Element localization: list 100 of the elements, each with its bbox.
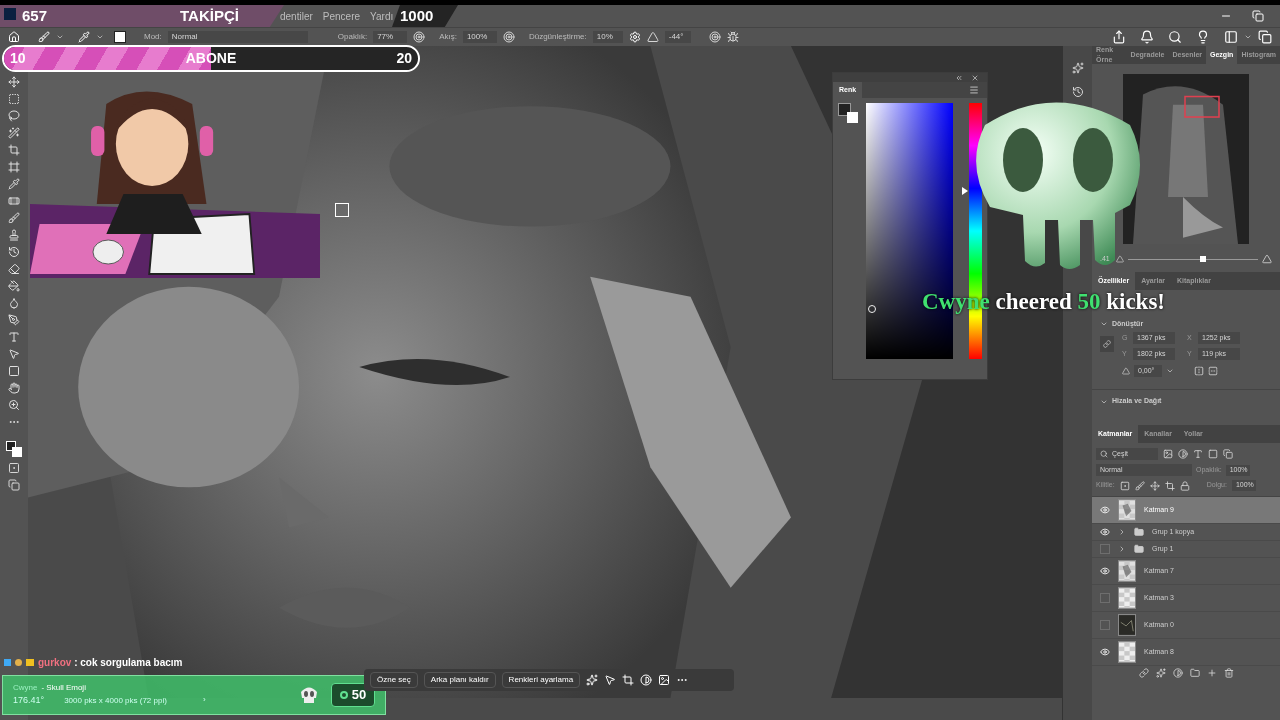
lasso-icon[interactable] [8,110,20,122]
lock-paint-icon[interactable] [1134,480,1145,491]
dropdown-caret-icon[interactable] [1166,367,1174,375]
opacity-field[interactable]: 77% [373,31,408,43]
new-layer-icon[interactable] [1206,668,1217,678]
pen-icon[interactable] [8,314,20,326]
trash-icon[interactable] [1223,668,1234,678]
airbrush-icon[interactable] [502,31,515,43]
visibility-eye-icon[interactable] [1100,566,1110,576]
shape-filter-icon[interactable] [1208,449,1218,459]
menu-item[interactable]: Yardı [370,8,394,24]
type-icon[interactable] [8,331,20,343]
marquee-icon[interactable] [8,93,20,105]
dropdown-caret-icon[interactable] [96,33,104,41]
collapse-icon[interactable] [955,73,963,82]
angle-icon [1122,367,1130,375]
folder-icon [1134,544,1144,554]
visibility-eye-icon[interactable] [1100,527,1110,537]
quick-mask-icon[interactable] [8,462,20,474]
crop-icon[interactable] [8,144,20,156]
slider-thumb[interactable] [1199,255,1206,262]
droplet-icon[interactable] [8,297,20,309]
eyedropper-icon[interactable] [8,178,20,190]
brush-tip-icon[interactable] [78,31,90,43]
transform-icon[interactable] [622,674,635,686]
paint-bucket-icon[interactable] [8,280,20,292]
image-filter-icon[interactable] [1163,449,1173,459]
wand-icon[interactable] [8,127,20,139]
visibility-toggle[interactable] [1100,620,1110,630]
menu-item[interactable]: Pencere [322,8,361,24]
smart-object-filter-icon[interactable] [1223,449,1233,459]
angle-field[interactable]: -44° [664,31,691,43]
generate-icon[interactable] [586,674,599,686]
lightbulb-icon[interactable] [1196,30,1210,44]
brush-icon[interactable] [8,212,20,224]
lock-icon[interactable] [1179,480,1190,491]
smoothing-field[interactable]: 10% [592,31,623,43]
dropdown-caret-icon[interactable] [1244,33,1252,41]
lock-position-icon[interactable] [1149,480,1160,491]
settings-icon[interactable] [628,31,641,43]
share-icon[interactable] [1112,30,1126,44]
arrange-icon[interactable] [1258,30,1272,44]
folder-icon [1134,527,1144,537]
history-icon[interactable] [1071,86,1084,98]
visibility-toggle[interactable] [1100,544,1110,554]
brush-icon[interactable] [38,31,50,43]
collapse-icon[interactable] [1100,320,1108,328]
layer-thumbnail [1118,499,1136,521]
bandage-icon[interactable] [8,195,20,207]
menu-item[interactable]: dentiler [280,8,313,24]
color-swatches-icon[interactable] [6,441,22,457]
lock-artboard-icon[interactable] [1164,480,1175,491]
screen-mode-icon[interactable] [8,479,20,491]
lock-pixels-icon[interactable] [1119,480,1130,491]
follower-label: TAKİPÇİ [180,5,239,26]
bell-icon[interactable] [1140,30,1154,44]
panel-menu-icon[interactable] [969,85,979,95]
visibility-eye-icon[interactable] [1100,505,1110,515]
stamp-icon[interactable] [8,229,20,241]
restore-icon[interactable] [1252,10,1264,22]
link-layers-icon[interactable] [1138,668,1149,678]
sparkle-icon[interactable] [1071,62,1084,74]
search-icon[interactable] [1168,30,1182,44]
task-button[interactable]: Renkleri ayarlama [501,672,581,688]
close-icon[interactable] [971,73,979,82]
eraser-icon[interactable] [8,263,20,275]
zoom-icon[interactable] [8,399,20,411]
pressure-opacity-icon[interactable] [413,31,426,43]
dropdown-caret-icon[interactable] [56,33,64,41]
workspace-icon[interactable] [1224,30,1238,44]
smoothing-label: Düzgünleştirme: [528,31,587,43]
flow-field[interactable]: 100% [462,31,497,43]
home-icon[interactable] [8,31,20,43]
move-icon[interactable] [8,76,20,88]
adjustment-icon[interactable] [1172,668,1183,678]
rectangle-icon[interactable] [8,365,20,377]
new-group-icon[interactable] [1189,668,1200,678]
image-icon[interactable] [658,674,671,686]
hand-icon[interactable] [8,382,20,394]
visibility-toggle[interactable] [1100,593,1110,603]
select-icon[interactable] [604,674,617,686]
hue-marker[interactable] [962,187,969,196]
mode-select[interactable]: Normal [167,31,308,43]
task-button[interactable]: Özne seç [370,672,418,688]
pointer-icon[interactable] [8,348,20,360]
color-swatches-icon[interactable] [838,103,858,123]
adjust-icon[interactable] [640,674,653,686]
brush-panel-icon[interactable] [114,31,126,43]
rotation-readout: 176.41° [13,694,45,708]
effects-icon[interactable] [1155,668,1166,678]
adjustment-filter-icon[interactable] [1178,449,1188,459]
history-brush-icon[interactable] [8,246,20,258]
angle-icon[interactable] [646,31,659,43]
pressure-size-icon[interactable] [708,31,721,43]
visibility-eye-icon[interactable] [1100,647,1110,657]
bug-icon[interactable] [726,31,739,43]
type-filter-icon[interactable] [1193,449,1203,459]
task-button[interactable]: Arka planı kaldır [423,672,496,688]
frame-icon[interactable] [8,161,20,173]
link-button[interactable] [1100,336,1114,352]
